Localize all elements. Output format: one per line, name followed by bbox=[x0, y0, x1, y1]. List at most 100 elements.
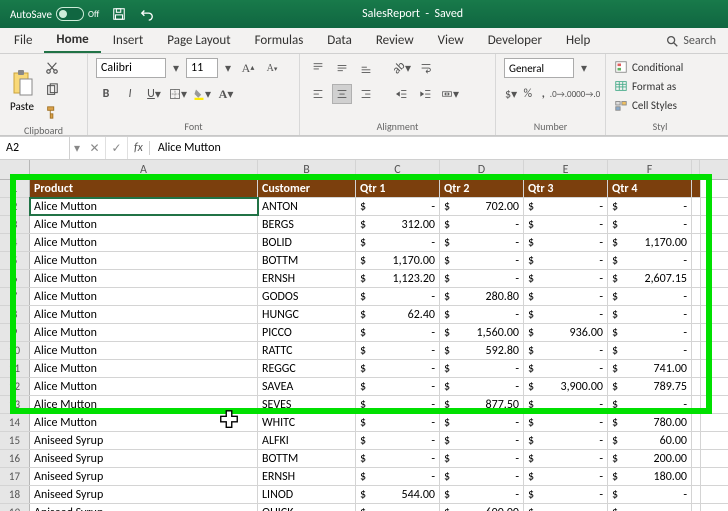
number-format-select[interactable]: General bbox=[504, 58, 574, 78]
cell[interactable]: $- bbox=[524, 396, 608, 413]
column-header[interactable]: C bbox=[356, 160, 440, 179]
cell[interactable]: $- bbox=[356, 396, 440, 413]
cell[interactable]: $1,560.00 bbox=[440, 324, 524, 341]
header-cell[interactable]: Qtr 1 bbox=[356, 180, 440, 197]
tab-home[interactable]: Home bbox=[44, 28, 100, 53]
name-box[interactable]: A2 bbox=[0, 137, 70, 159]
row-header[interactable]: 9 bbox=[0, 324, 30, 341]
save-icon[interactable] bbox=[109, 4, 129, 24]
tab-developer[interactable]: Developer bbox=[476, 29, 554, 52]
cell[interactable]: $- bbox=[608, 504, 692, 511]
cell[interactable]: $- bbox=[440, 252, 524, 269]
row-header[interactable]: 1 bbox=[0, 180, 30, 197]
cell[interactable]: Aniseed Syrup bbox=[30, 504, 258, 511]
cell[interactable]: $- bbox=[440, 378, 524, 395]
italic-button[interactable]: I bbox=[120, 84, 140, 104]
cell[interactable]: $3,900.00 bbox=[524, 378, 608, 395]
cell[interactable]: $- bbox=[524, 252, 608, 269]
tab-page-layout[interactable]: Page Layout bbox=[155, 29, 242, 52]
cell[interactable]: $2,607.15 bbox=[608, 270, 692, 287]
cell[interactable]: $- bbox=[608, 198, 692, 215]
cell[interactable]: $- bbox=[524, 360, 608, 377]
align-middle-icon[interactable] bbox=[332, 58, 352, 78]
row-header[interactable]: 12 bbox=[0, 378, 30, 395]
tab-review[interactable]: Review bbox=[364, 29, 426, 52]
cell[interactable]: PICCO bbox=[258, 324, 356, 341]
tell-me-search[interactable]: Search bbox=[665, 34, 726, 48]
cell[interactable]: WHITC bbox=[258, 414, 356, 431]
cell[interactable]: $1,123.20 bbox=[356, 270, 440, 287]
fill-color-icon[interactable]: ▾ bbox=[192, 84, 212, 104]
column-header[interactable]: B bbox=[258, 160, 356, 179]
cell[interactable]: $- bbox=[524, 414, 608, 431]
borders-icon[interactable]: ▾ bbox=[168, 84, 188, 104]
cell[interactable]: $- bbox=[356, 234, 440, 251]
cell[interactable]: $- bbox=[608, 324, 692, 341]
cell[interactable]: $- bbox=[440, 360, 524, 377]
cell[interactable]: $- bbox=[440, 306, 524, 323]
format-painter-icon[interactable] bbox=[42, 102, 62, 122]
header-cell[interactable]: Customer bbox=[258, 180, 356, 197]
cell[interactable]: $- bbox=[356, 288, 440, 305]
orientation-icon[interactable]: ab▾ bbox=[392, 58, 412, 78]
cell[interactable]: Alice Mutton bbox=[30, 414, 258, 431]
underline-button[interactable]: U▾ bbox=[144, 84, 164, 104]
header-cell[interactable]: Qtr 3 bbox=[524, 180, 608, 197]
cell[interactable]: $200.00 bbox=[608, 450, 692, 467]
cancel-formula-icon[interactable]: ✕ bbox=[84, 137, 106, 159]
toggle-off-icon[interactable] bbox=[56, 7, 84, 21]
cell[interactable]: $- bbox=[524, 468, 608, 485]
tab-file[interactable]: File bbox=[2, 29, 44, 52]
cell[interactable]: $60.00 bbox=[608, 432, 692, 449]
row-header[interactable]: 2 bbox=[0, 198, 30, 215]
row-header[interactable]: 19 bbox=[0, 504, 30, 511]
cell[interactable]: $62.40 bbox=[356, 306, 440, 323]
cell[interactable]: SAVEA bbox=[258, 378, 356, 395]
row-header[interactable]: 13 bbox=[0, 396, 30, 413]
cell[interactable]: Alice Mutton bbox=[30, 378, 258, 395]
cell[interactable]: $- bbox=[440, 432, 524, 449]
tab-view[interactable]: View bbox=[426, 29, 476, 52]
row-header[interactable]: 18 bbox=[0, 486, 30, 503]
cell[interactable]: Alice Mutton bbox=[30, 270, 258, 287]
cut-icon[interactable] bbox=[42, 58, 62, 78]
cell[interactable]: $- bbox=[440, 216, 524, 233]
cell[interactable]: $312.00 bbox=[356, 216, 440, 233]
cell[interactable]: $1,170.00 bbox=[608, 234, 692, 251]
cell[interactable]: $741.00 bbox=[608, 360, 692, 377]
cell[interactable]: $- bbox=[608, 396, 692, 413]
cell[interactable]: $1,170.00 bbox=[356, 252, 440, 269]
column-header[interactable] bbox=[692, 160, 700, 179]
font-color-icon[interactable]: A▾ bbox=[216, 84, 236, 104]
align-right-icon[interactable] bbox=[356, 84, 376, 104]
wrap-text-icon[interactable] bbox=[416, 58, 436, 78]
tab-help[interactable]: Help bbox=[554, 29, 602, 52]
cell[interactable]: $- bbox=[524, 306, 608, 323]
increase-decimal-icon[interactable]: .0→.00 bbox=[553, 84, 573, 104]
cell[interactable]: Aniseed Syrup bbox=[30, 486, 258, 503]
font-size-select[interactable]: 11 bbox=[186, 58, 218, 78]
grow-font-icon[interactable]: A▴ bbox=[238, 58, 258, 78]
row-header[interactable]: 10 bbox=[0, 342, 30, 359]
formula-content[interactable]: Alice Mutton bbox=[150, 141, 229, 155]
cell[interactable]: BOTTM bbox=[258, 252, 356, 269]
cell[interactable]: $544.00 bbox=[356, 486, 440, 503]
increase-indent-icon[interactable] bbox=[416, 84, 436, 104]
header-cell[interactable]: Qtr 2 bbox=[440, 180, 524, 197]
cell[interactable]: $180.00 bbox=[608, 468, 692, 485]
cell[interactable]: $- bbox=[440, 468, 524, 485]
cell[interactable]: $702.00 bbox=[440, 198, 524, 215]
chevron-down-icon[interactable]: ▾ bbox=[70, 138, 84, 158]
font-name-select[interactable]: Calibri bbox=[96, 58, 166, 78]
cell[interactable]: $936.00 bbox=[524, 324, 608, 341]
tab-insert[interactable]: Insert bbox=[101, 29, 156, 52]
undo-icon[interactable] bbox=[137, 4, 157, 24]
cell[interactable]: $- bbox=[524, 288, 608, 305]
cell[interactable]: $- bbox=[356, 468, 440, 485]
cell[interactable]: Alice Mutton bbox=[30, 324, 258, 341]
cell[interactable]: $- bbox=[440, 234, 524, 251]
cell[interactable]: $- bbox=[440, 414, 524, 431]
cell[interactable]: $877.50 bbox=[440, 396, 524, 413]
column-header[interactable]: F bbox=[608, 160, 692, 179]
column-header[interactable]: D bbox=[440, 160, 524, 179]
